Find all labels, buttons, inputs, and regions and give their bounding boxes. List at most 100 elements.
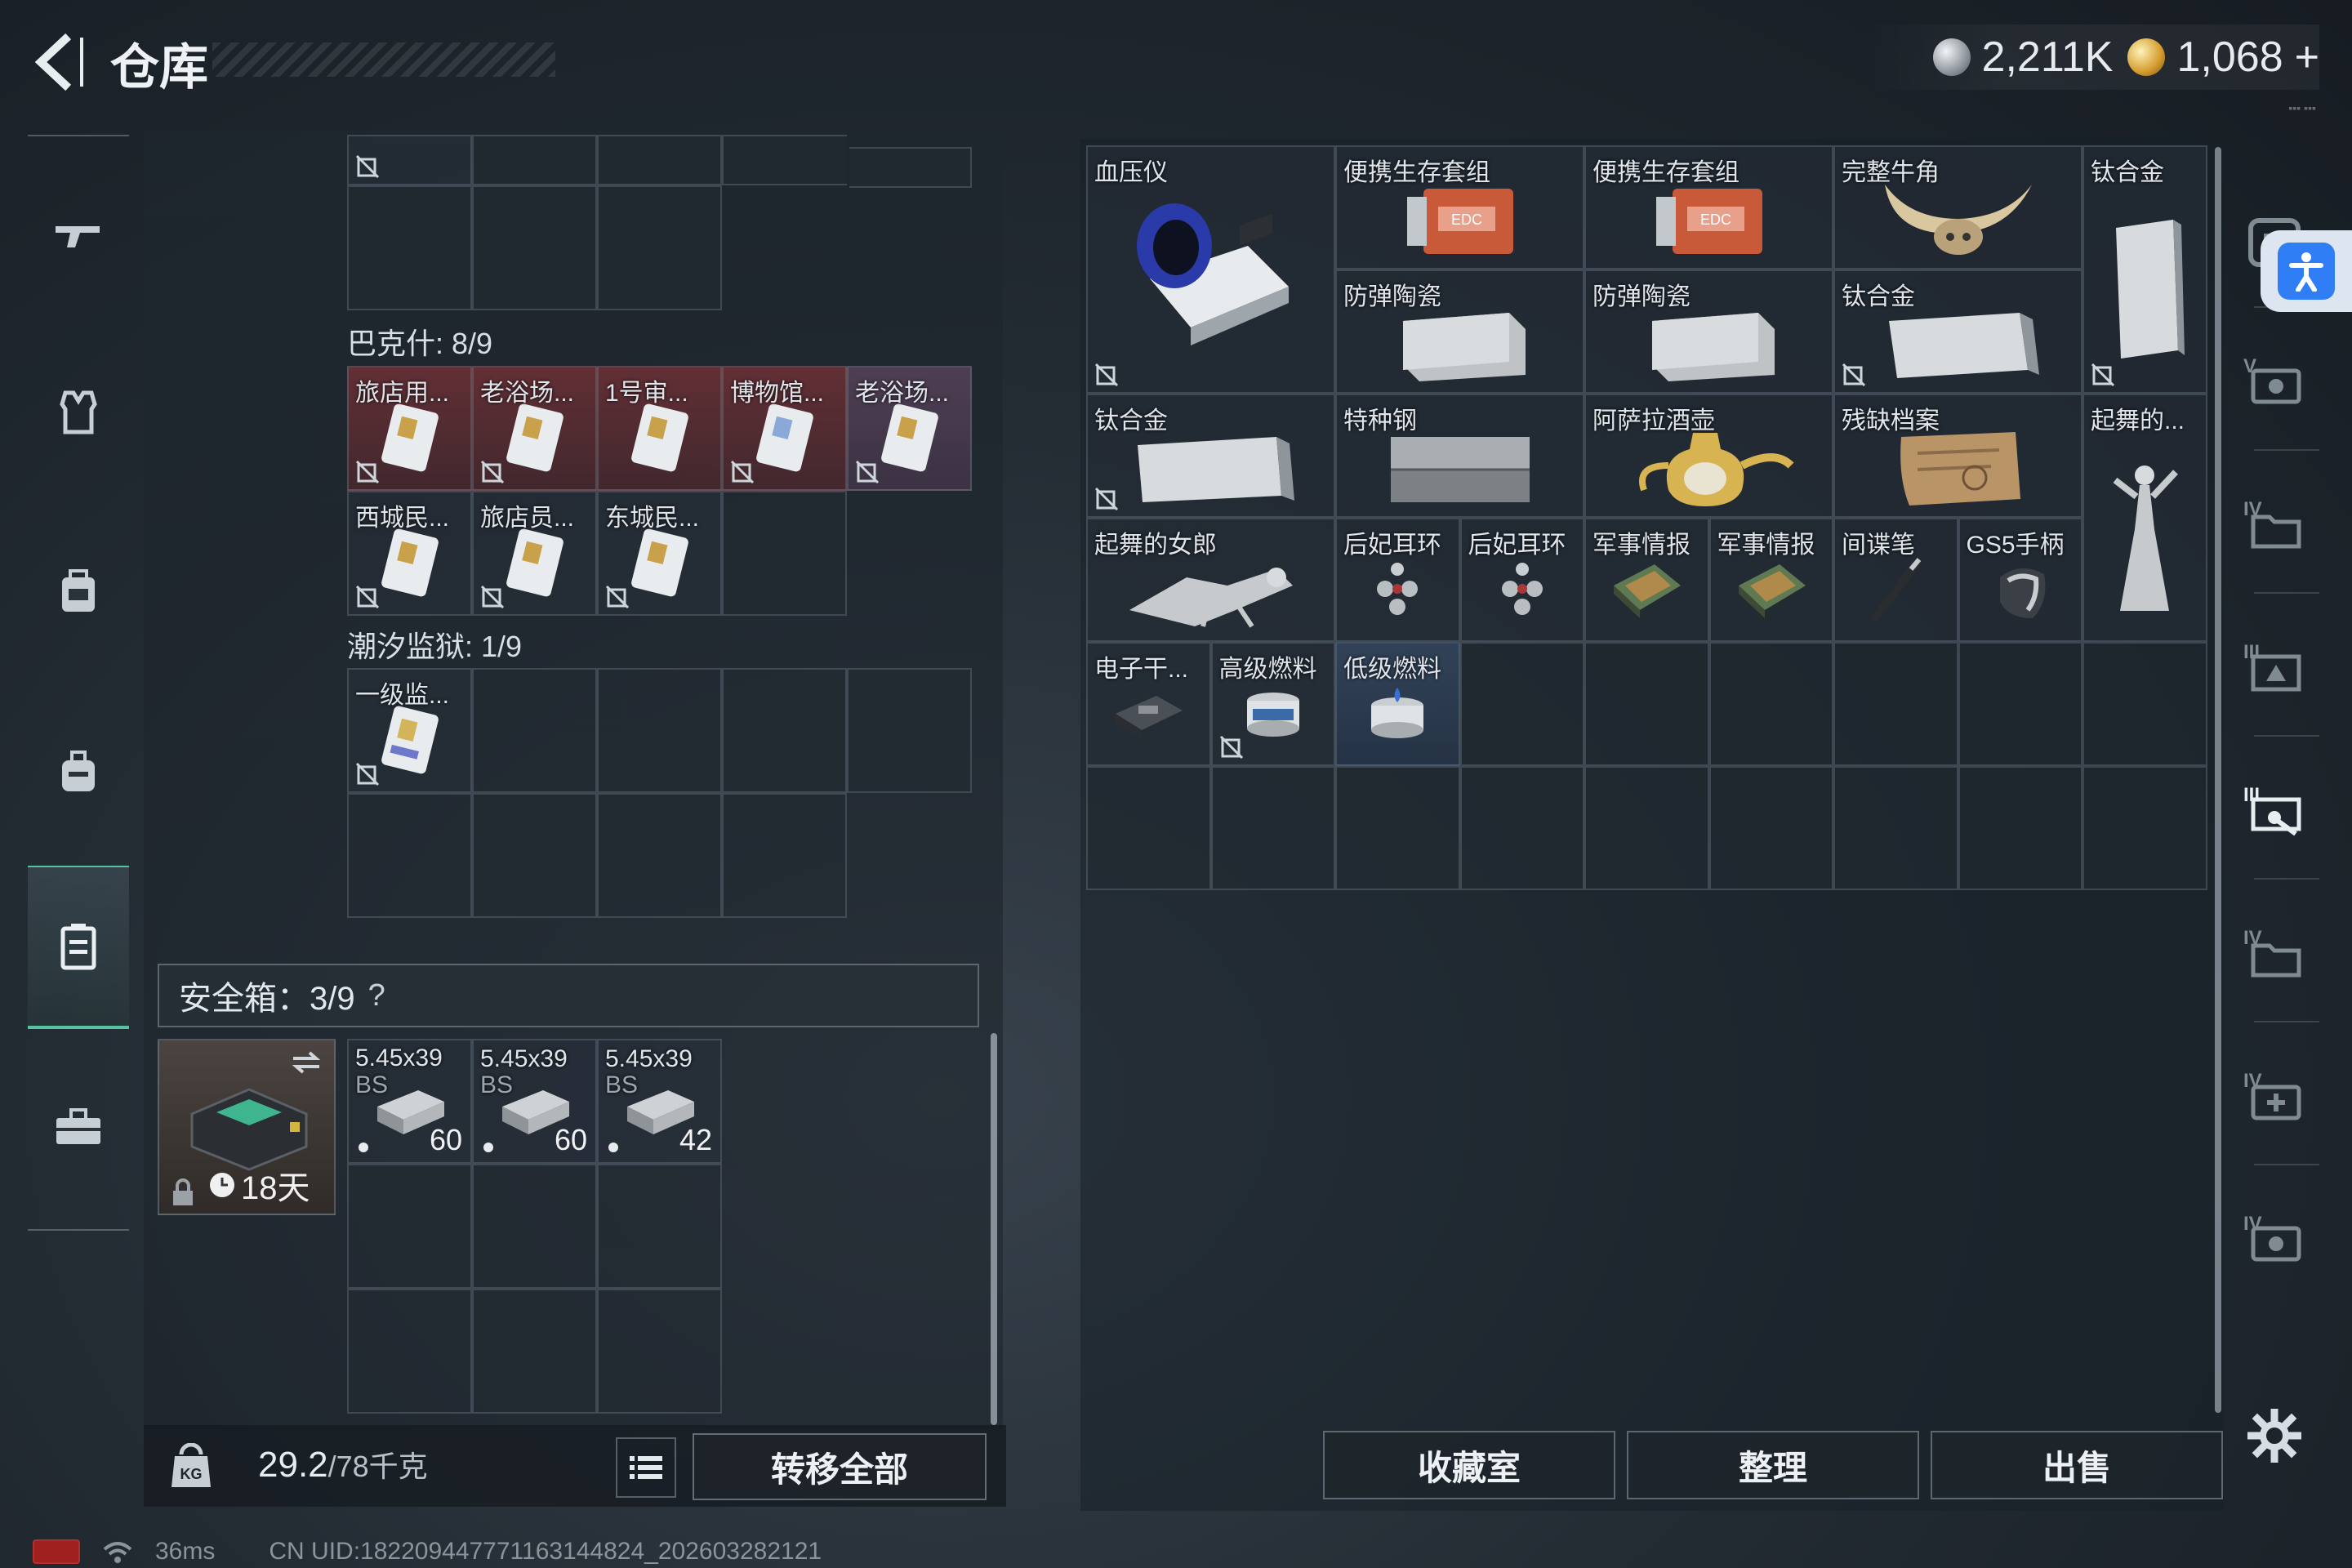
empty-slot[interactable]: [597, 793, 722, 918]
empty-slot[interactable]: [472, 1289, 597, 1414]
list-view-button[interactable]: [616, 1437, 676, 1498]
stash-tab-iv-files[interactable]: IV: [2230, 890, 2319, 1013]
accessibility-button[interactable]: [2261, 230, 2352, 312]
stash-item[interactable]: 电子干...: [1086, 642, 1211, 766]
stash-item[interactable]: 军事情报: [1584, 518, 1709, 642]
stash-item[interactable]: 钛合金: [1833, 270, 2082, 394]
empty-slot[interactable]: [347, 185, 472, 310]
empty-slot[interactable]: [1584, 642, 1709, 766]
stash-item[interactable]: 间谍笔: [1833, 518, 1958, 642]
empty-slot[interactable]: [1210, 766, 1335, 890]
empty-slot[interactable]: [597, 185, 722, 310]
gold-currency[interactable]: 1,068 +: [2127, 33, 2319, 82]
stash-item[interactable]: 后妃耳环: [1459, 518, 1584, 642]
empty-slot[interactable]: [472, 793, 597, 918]
nav-armor[interactable]: [28, 331, 129, 494]
empty-slot[interactable]: [1335, 766, 1460, 890]
stash-item[interactable]: 便携生存套组 EDC: [1584, 145, 1833, 270]
key-card-item[interactable]: 老浴场...: [472, 366, 597, 491]
nav-container-active[interactable]: [28, 866, 129, 1029]
settings-gear-icon[interactable]: [2247, 1409, 2301, 1463]
empty-slot[interactable]: [1708, 766, 1833, 890]
key-card-item[interactable]: 一级监...: [347, 668, 472, 793]
safe-box-container[interactable]: 18天: [158, 1039, 336, 1215]
empty-slot[interactable]: [1086, 766, 1211, 890]
empty-slot[interactable]: [597, 1164, 722, 1289]
key-card-item[interactable]: 旅店用...: [347, 366, 472, 491]
stash-item[interactable]: 起舞的...: [2082, 394, 2207, 642]
empty-slot[interactable]: [1833, 642, 1958, 766]
key-card-item[interactable]: 东城民...: [597, 491, 722, 616]
transfer-all-button[interactable]: 转移全部: [693, 1433, 987, 1500]
empty-slot[interactable]: [1708, 642, 1833, 766]
left-scrollbar[interactable]: [991, 1033, 997, 1425]
empty-slot[interactable]: [597, 668, 722, 793]
ammo-item[interactable]: 5.45x39 BS 60: [347, 1039, 472, 1164]
key-card-item[interactable]: 博物馆...: [722, 366, 847, 491]
empty-slot[interactable]: [472, 185, 597, 310]
empty-slot[interactable]: [847, 668, 972, 793]
stash-tab-iv-misc[interactable]: IV: [2230, 1176, 2319, 1298]
stash-item[interactable]: 钛合金: [2082, 145, 2207, 394]
stash-tab-iv-medical[interactable]: IV: [2230, 1033, 2319, 1156]
stash-item[interactable]: 特种钢: [1335, 394, 1584, 518]
stash-item[interactable]: 完整牛角: [1833, 145, 2082, 270]
empty-slot[interactable]: [722, 491, 847, 616]
stash-item[interactable]: 防弹陶瓷: [1335, 270, 1584, 394]
empty-slot[interactable]: [472, 668, 597, 793]
empty-slot[interactable]: [1584, 766, 1709, 890]
ammo-item[interactable]: 5.45x39 BS 42: [597, 1039, 722, 1164]
stash-tab-iv-folder[interactable]: IV: [2230, 461, 2319, 584]
stash-item[interactable]: 后妃耳环: [1335, 518, 1460, 642]
empty-slot[interactable]: [472, 135, 597, 185]
empty-slot[interactable]: [1958, 766, 2082, 890]
stash-item[interactable]: 低级燃料: [1335, 642, 1460, 766]
stash-item[interactable]: 起舞的女郎: [1086, 518, 1335, 642]
empty-slot[interactable]: [849, 147, 972, 188]
empty-slot[interactable]: [347, 1289, 472, 1414]
stash-item[interactable]: 军事情报: [1708, 518, 1833, 642]
empty-slot[interactable]: [597, 1289, 722, 1414]
empty-slot[interactable]: [1459, 766, 1584, 890]
stash-item[interactable]: 钛合金: [1086, 394, 1335, 518]
back-arrow-icon[interactable]: [24, 29, 90, 95]
empty-slot[interactable]: [347, 793, 472, 918]
empty-slot[interactable]: [1958, 642, 2082, 766]
key-card-item[interactable]: 老浴场...: [847, 366, 972, 491]
stash-item[interactable]: GS5手柄: [1958, 518, 2082, 642]
ammo-item[interactable]: 5.45x39 BS 60: [472, 1039, 597, 1164]
item-slot[interactable]: [347, 135, 472, 185]
empty-slot[interactable]: [597, 135, 722, 185]
nav-backpack[interactable]: [28, 690, 129, 853]
stash-tab-v[interactable]: V: [2230, 318, 2319, 441]
key-card-item[interactable]: 西城民...: [347, 491, 472, 616]
stash-item[interactable]: 防弹陶瓷: [1584, 270, 1833, 394]
stash-item[interactable]: 血压仪: [1086, 145, 1335, 394]
stash-tab-iii-active[interactable]: III: [2230, 747, 2319, 870]
empty-slot[interactable]: [1833, 766, 1958, 890]
sell-button[interactable]: 出售: [1931, 1431, 2223, 1499]
empty-slot[interactable]: [1459, 642, 1584, 766]
empty-slot[interactable]: [2082, 642, 2207, 766]
nav-weapon[interactable]: [28, 151, 129, 314]
empty-slot[interactable]: [722, 668, 847, 793]
key-card-item[interactable]: 1号审...: [597, 366, 722, 491]
help-icon[interactable]: ?: [368, 978, 385, 1013]
stash-item[interactable]: 便携生存套组 EDC: [1335, 145, 1584, 270]
silver-currency[interactable]: 2,211K: [1932, 33, 2113, 82]
sort-button[interactable]: 整理: [1627, 1431, 1919, 1499]
stash-item[interactable]: 残缺档案: [1833, 394, 2082, 518]
collection-room-button[interactable]: 收藏室: [1323, 1431, 1615, 1499]
empty-slot[interactable]: [722, 135, 847, 185]
empty-slot[interactable]: [2082, 766, 2207, 890]
empty-slot[interactable]: [722, 793, 847, 918]
nav-toolbox[interactable]: [28, 1045, 129, 1209]
stash-item[interactable]: 阿萨拉酒壶: [1584, 394, 1833, 518]
empty-slot[interactable]: [472, 1164, 597, 1289]
key-card-item[interactable]: 旅店员...: [472, 491, 597, 616]
empty-slot[interactable]: [347, 1164, 472, 1289]
stash-item[interactable]: 高级燃料: [1210, 642, 1335, 766]
stash-scrollbar[interactable]: [2215, 147, 2221, 1413]
add-currency-button[interactable]: +: [2295, 33, 2319, 82]
stash-tab-iii[interactable]: III: [2230, 604, 2319, 727]
